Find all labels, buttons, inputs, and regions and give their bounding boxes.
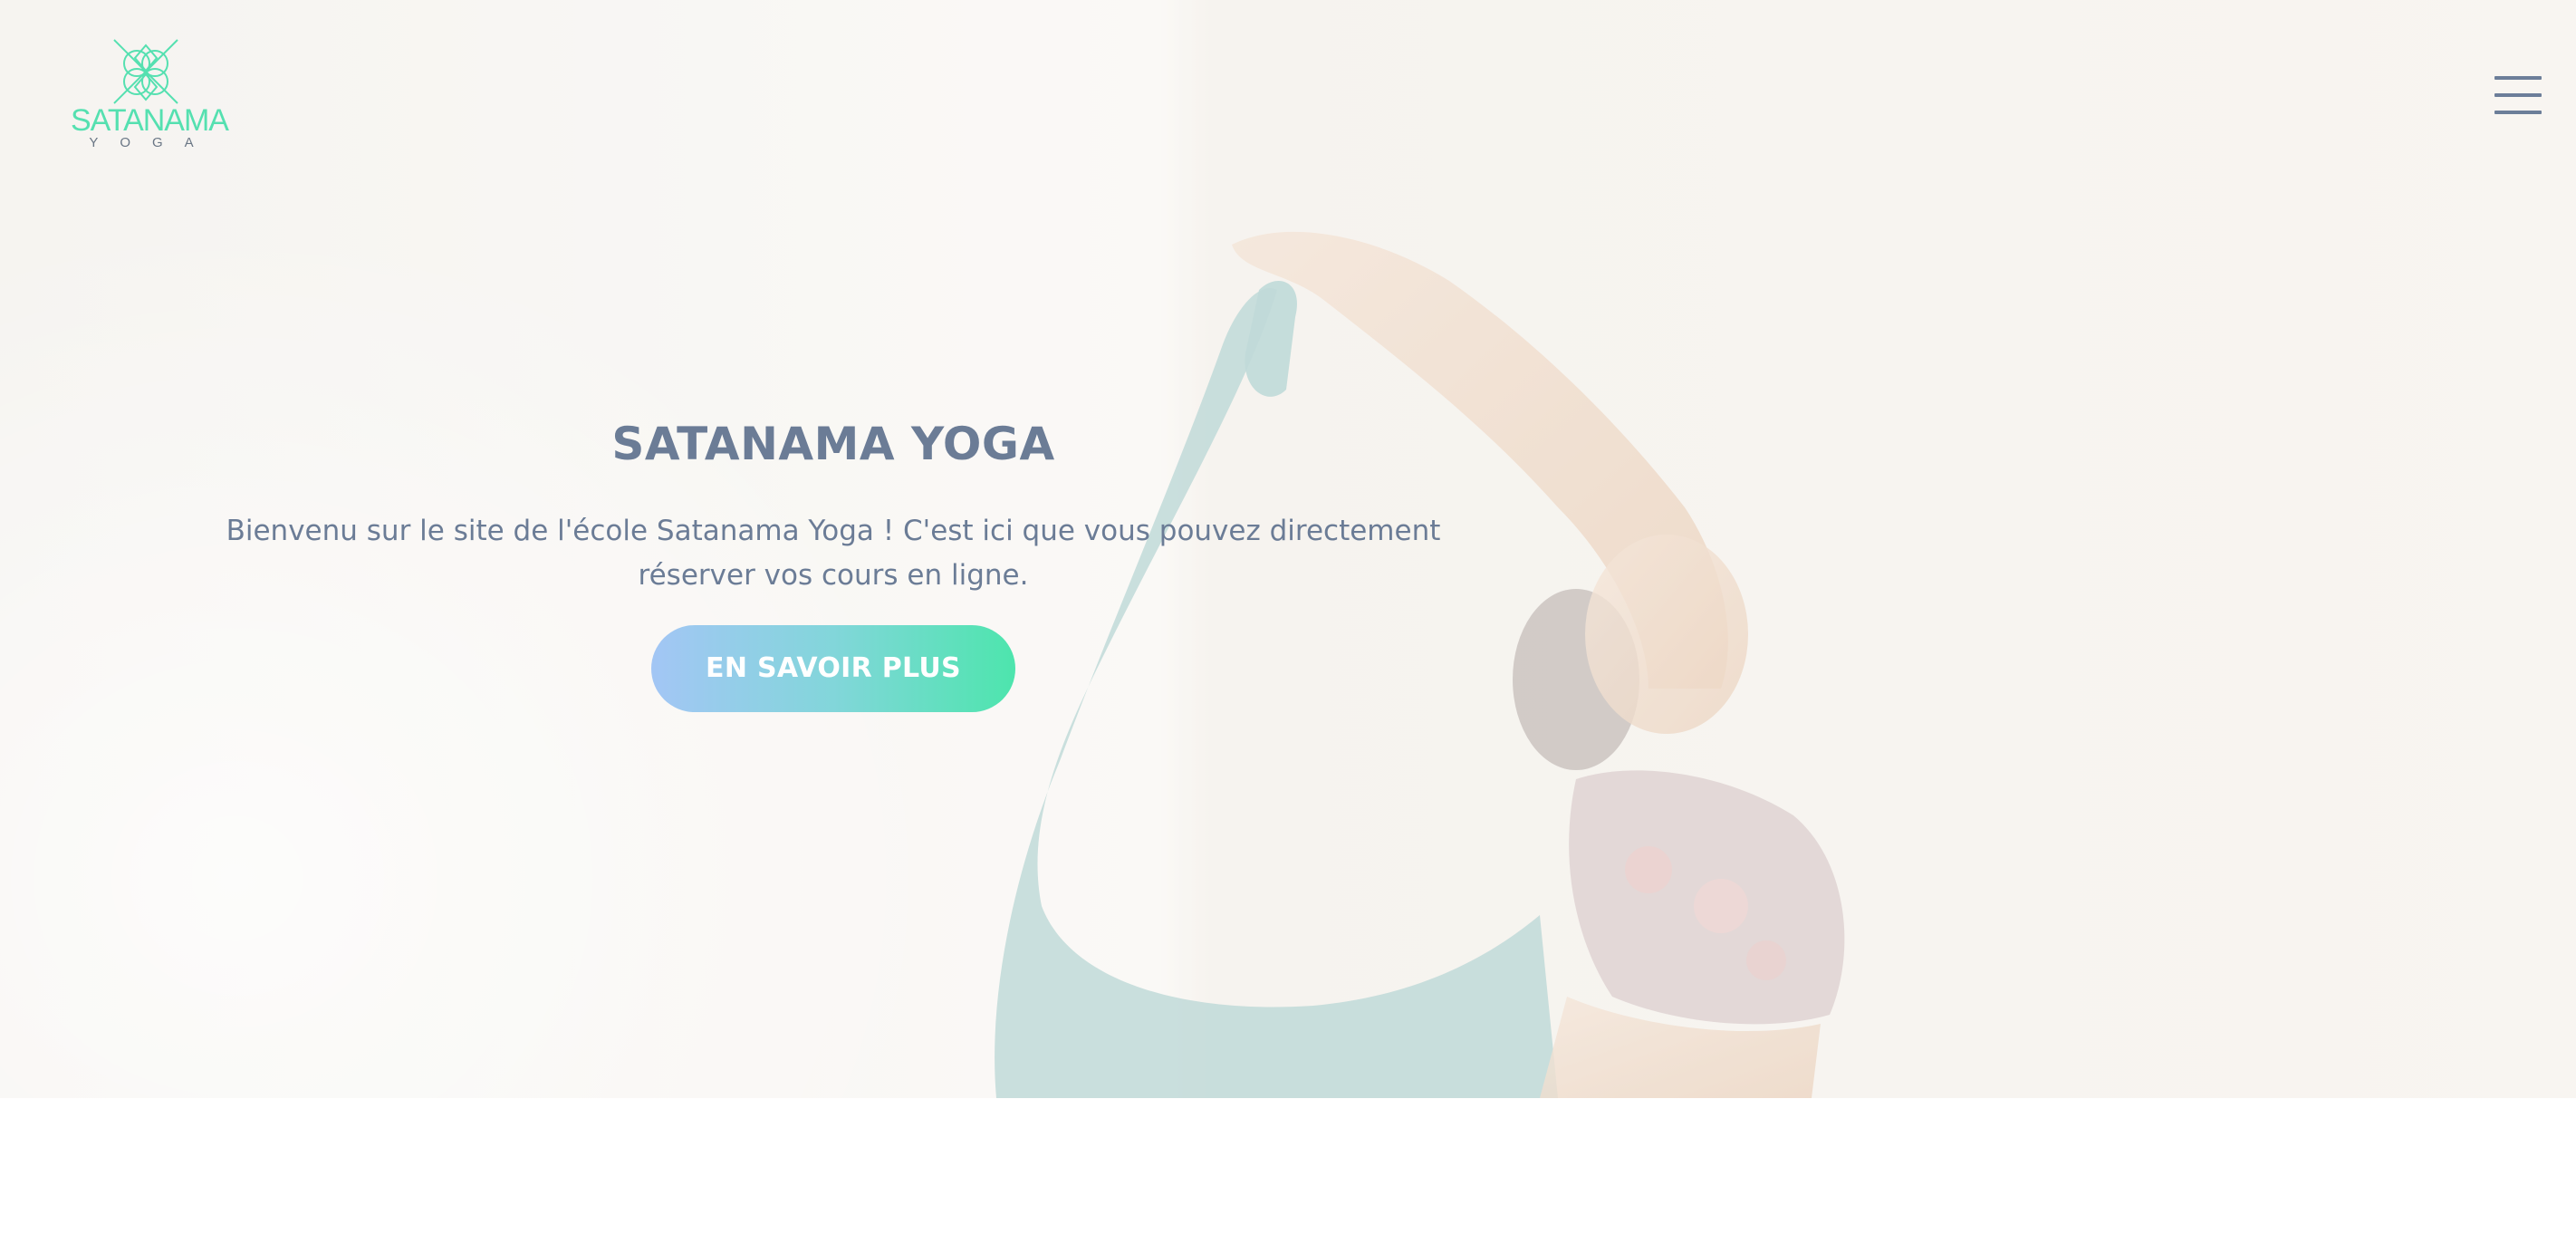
lotus-logo-icon xyxy=(113,39,178,104)
menu-button[interactable] xyxy=(2482,63,2554,127)
hero-content: SATANAMA YOGA Bienvenu sur le site de l'… xyxy=(208,417,1458,712)
hero-title: SATANAMA YOGA xyxy=(611,418,1055,470)
learn-more-button[interactable]: EN SAVOIR PLUS xyxy=(651,625,1015,712)
logo[interactable]: SATANAMA YOGA xyxy=(71,36,229,154)
logo-subtitle: YOGA xyxy=(89,135,216,150)
logo-wordmark: SATANAMA xyxy=(71,103,229,138)
hero-description: Bienvenu sur le site de l'école Satanama… xyxy=(226,515,1441,592)
page: SATANAMA YOGA SATANAMA YOGA Bienvenu sur… xyxy=(0,0,2576,1234)
